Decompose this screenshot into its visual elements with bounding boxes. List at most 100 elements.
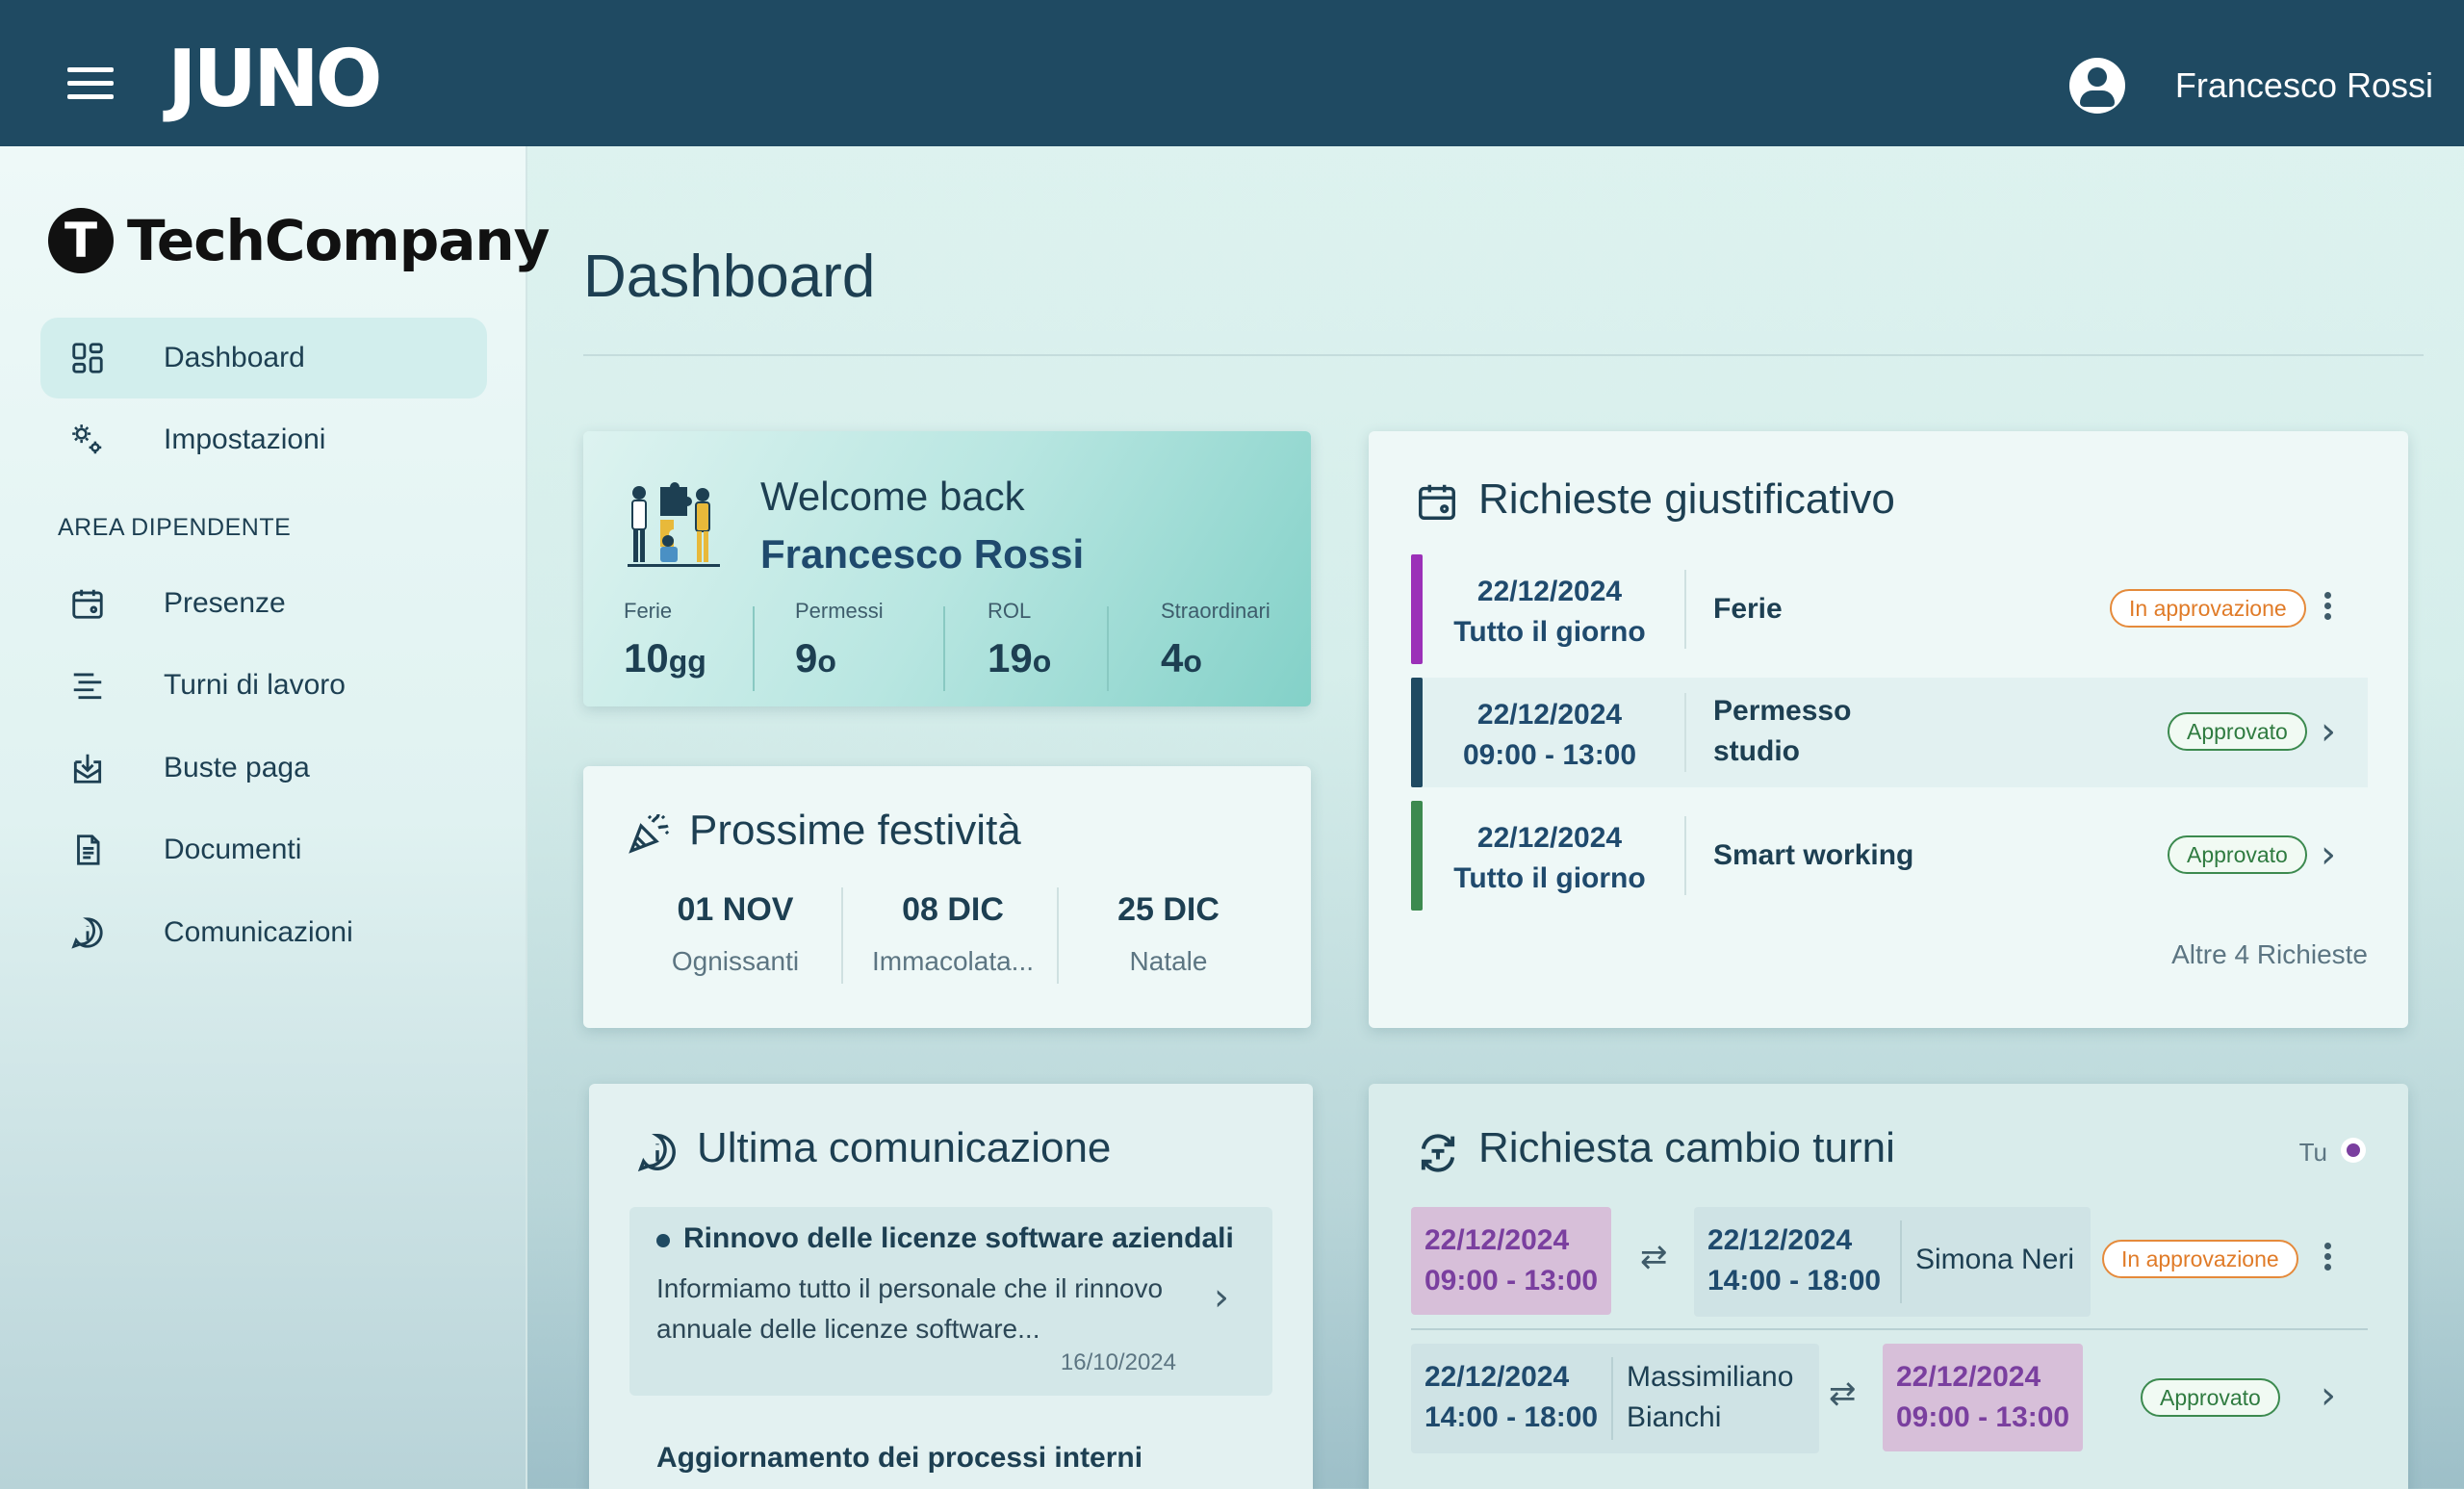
sidebar-item-dashboard[interactable]: Dashboard: [40, 318, 487, 398]
stat-permessi: Permessi 9o: [770, 599, 884, 681]
request-date: 22/12/2024 09:00 - 13:00: [1462, 699, 1637, 771]
status-badge: Approvato: [2141, 1378, 2280, 1417]
stat-label: Permessi: [795, 599, 884, 623]
sidebar-item-buste-paga[interactable]: Buste paga: [40, 728, 487, 809]
settings-icon: [67, 420, 108, 460]
request-row[interactable]: 22/12/2024 Tutto il giorno Ferie In appro…: [1411, 554, 2368, 664]
unread-dot-icon: [656, 1234, 670, 1247]
sidebar-item-documenti[interactable]: Documenti: [40, 809, 487, 890]
sidebar-item-turni[interactable]: Turni di lavoro: [40, 645, 487, 726]
chevron-right-icon[interactable]: ›: [2314, 1376, 2343, 1415]
shifts-icon: [67, 665, 108, 706]
chevron-right-icon[interactable]: ›: [2314, 835, 2343, 874]
more-options-icon[interactable]: [2308, 1240, 2347, 1278]
more-requests-link[interactable]: Altre 4 Richieste: [2171, 939, 2368, 970]
company-logo-icon: T: [48, 208, 114, 273]
section-label: AREA DIPENDENTE: [58, 514, 292, 541]
page-title: Dashboard: [583, 244, 876, 310]
request-type: Ferie: [1713, 593, 1783, 625]
shift-change-title: Richiesta cambio turni: [1478, 1124, 1895, 1171]
stat-label: Ferie: [624, 599, 673, 623]
status-badge: Approvato: [2168, 712, 2307, 751]
user-name[interactable]: Francesco Rossi: [2175, 65, 2433, 106]
chevron-right-icon[interactable]: ›: [2314, 712, 2343, 751]
holiday-name: Ognissanti: [671, 946, 800, 976]
top-bar: JUNO Francesco Rossi: [0, 0, 2464, 146]
other-shift-slot: 22/12/2024 14:00 - 18:00 Simona Neri: [1694, 1207, 2091, 1317]
sidebar: T TechCompany Dashboard Impostazioni ARE…: [0, 146, 550, 1489]
holiday-date: 25 DIC: [1117, 891, 1219, 928]
shift-change-card: Richiesta cambio turni Tu 22/12/2024 09:0…: [1369, 1084, 2408, 1489]
sidebar-item-label: Comunicazioni: [164, 916, 353, 948]
stat-rol: ROL 19o: [962, 599, 1051, 681]
request-date: 22/12/2024 Tutto il giorno: [1453, 576, 1646, 648]
holiday-item: 08 DIC Immacolata...: [857, 891, 1049, 977]
divider: [1684, 816, 1686, 895]
my-shift-slot: 22/12/2024 09:00 - 13:00: [1411, 1207, 1612, 1315]
communication-next-subject[interactable]: Aggiornamento dei processi interni: [656, 1442, 1142, 1475]
holiday-item: 25 DIC Natale: [1072, 891, 1265, 977]
swap-icon: [1421, 1134, 1455, 1172]
legend-label: Tu: [2298, 1138, 2327, 1167]
holiday-name: Natale: [1129, 946, 1208, 976]
status-badge: In approvazione: [2102, 1240, 2298, 1278]
request-row[interactable]: 22/12/2024 Tutto il giorno Smart working …: [1411, 801, 2368, 911]
sidebar-item-label: Presenze: [164, 587, 286, 619]
sidebar-item-comunicazioni[interactable]: Comunicazioni: [40, 892, 487, 973]
more-options-icon[interactable]: [2308, 589, 2347, 628]
shift-person: Massimiliano Bianchi: [1627, 1361, 1794, 1433]
communication-title: Ultima comunicazione: [697, 1124, 1112, 1171]
stat-value: 19o: [988, 635, 1052, 680]
holiday-date: 01 NOV: [677, 891, 794, 928]
sidebar-item-presenze[interactable]: Presenze: [40, 563, 487, 644]
my-shift-slot: 22/12/2024 09:00 - 13:00: [1883, 1344, 2084, 1451]
status-badge: Approvato: [2168, 835, 2307, 874]
document-icon: [67, 830, 108, 870]
communication-card: Ultima comunicazione Rinnovo delle licen…: [589, 1084, 1313, 1489]
calendar-icon: [67, 583, 108, 624]
user-menu[interactable]: Francesco Rossi: [2068, 58, 2433, 114]
communication-subject: Rinnovo delle licenze software aziendali: [683, 1222, 1234, 1254]
sidebar-item-label: Dashboard: [164, 342, 305, 373]
team-illustration-icon: [628, 482, 720, 567]
swap-arrows-icon: ⇄: [1640, 1238, 1668, 1276]
sidebar-item-label: Documenti: [164, 834, 302, 865]
stat-label: ROL: [988, 599, 1032, 623]
divider: [1107, 606, 1109, 691]
stat-label: Straordinari: [1161, 599, 1270, 623]
divider: [583, 354, 2424, 356]
sidebar-item-impostazioni[interactable]: Impostazioni: [40, 399, 487, 480]
request-color-bar: [1411, 801, 1423, 911]
divider: [753, 606, 755, 691]
party-popper-icon: [629, 813, 670, 854]
user-avatar-icon[interactable]: [2068, 58, 2125, 114]
communication-item[interactable]: Rinnovo delle licenze software aziendali…: [629, 1207, 1272, 1396]
request-type: Smart working: [1713, 839, 1914, 871]
company-brand: T TechCompany: [48, 208, 550, 273]
app-logo[interactable]: JUNO: [167, 40, 382, 119]
menu-icon[interactable]: [62, 67, 119, 106]
request-date: 22/12/2024 Tutto il giorno: [1453, 822, 1646, 894]
request-row[interactable]: 22/12/2024 09:00 - 13:00 Permesso studio …: [1411, 678, 2368, 787]
sidebar-item-label: Impostazioni: [164, 424, 326, 455]
other-shift-slot: 22/12/2024 14:00 - 18:00 Massimiliano Bian…: [1411, 1344, 1819, 1453]
stat-value: 4o: [1161, 635, 1202, 680]
chevron-right-icon[interactable]: ›: [1207, 1278, 1236, 1317]
requests-title: Richieste giustificativo: [1478, 475, 1895, 523]
sidebar-item-label: Turni di lavoro: [164, 669, 346, 701]
divider: [943, 606, 945, 691]
welcome-greeting: Welcome back: [760, 474, 1025, 519]
stat-ferie: Ferie 10gg: [583, 599, 706, 681]
sidebar-item-label: Buste paga: [164, 752, 310, 783]
payslip-icon: [67, 748, 108, 788]
communication-date: 16/10/2024: [1060, 1349, 1176, 1375]
shift-person: Simona Neri: [1915, 1244, 2075, 1275]
info-icon: [67, 912, 108, 953]
requests-card: Richieste giustificativo 22/12/2024 Tutto…: [1369, 431, 2408, 1028]
request-color-bar: [1411, 678, 1423, 787]
holiday-date: 08 DIC: [902, 891, 1004, 928]
communication-body: Informiamo tutto il personale che il rin…: [656, 1273, 1164, 1344]
stat-straordinari: Straordinari 4o: [1124, 599, 1270, 681]
request-color-bar: [1411, 554, 1423, 664]
holidays-card: Prossime festività 01 NOV Ognissanti 08 …: [583, 766, 1311, 1028]
